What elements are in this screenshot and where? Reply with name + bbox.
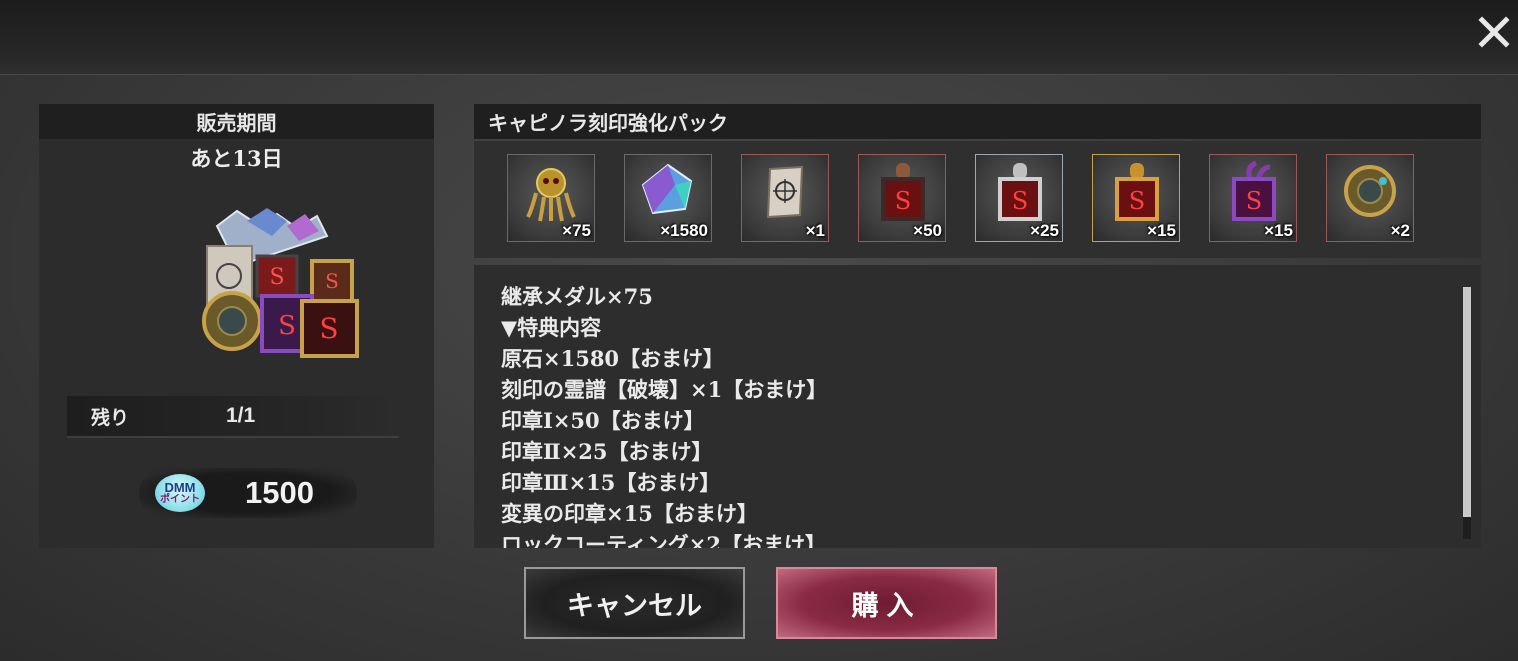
item-qty: ×1 bbox=[805, 221, 825, 240]
svg-text:S: S bbox=[1129, 187, 1145, 215]
item-qty: ×25 bbox=[1030, 221, 1059, 240]
item-tile[interactable]: ×1 bbox=[741, 154, 829, 242]
price-box: DMM ポイント 1500 bbox=[139, 468, 357, 518]
pack-title: キャピノラ刻印強化パック bbox=[488, 111, 728, 135]
close-icon bbox=[1478, 16, 1510, 48]
item-tile[interactable]: S ×25 bbox=[975, 154, 1063, 242]
description-line: 変異の印章×15【おまけ】 bbox=[501, 501, 758, 526]
svg-text:S: S bbox=[1012, 187, 1028, 215]
item-qty: ×15 bbox=[1264, 221, 1293, 240]
svg-text:S: S bbox=[278, 311, 296, 341]
mutant-seal-icon: S bbox=[1232, 160, 1276, 221]
svg-text:S: S bbox=[325, 269, 339, 293]
seal-3-icon: S bbox=[1115, 163, 1159, 221]
cancel-button[interactable]: キャンセル bbox=[524, 567, 745, 639]
description-line: 印章Ⅱ×25【おまけ】 bbox=[501, 439, 713, 464]
sale-period-label: 販売期間 bbox=[196, 111, 277, 135]
stock-value: 1/1 bbox=[226, 404, 256, 427]
gem-stone-icon bbox=[641, 163, 693, 215]
svg-text:S: S bbox=[895, 187, 911, 215]
item-tile[interactable]: ×2 bbox=[1326, 154, 1414, 242]
description-scrollbar[interactable] bbox=[1463, 287, 1471, 539]
top-bar bbox=[0, 0, 1518, 75]
item-tile[interactable]: S ×15 bbox=[1092, 154, 1180, 242]
item-qty: ×1580 bbox=[660, 221, 708, 240]
description-line: 印章Ⅰ×50【おまけ】 bbox=[501, 408, 705, 433]
pack-title-header: キャピノラ刻印強化パック bbox=[474, 104, 1481, 139]
item-tile[interactable]: S ×50 bbox=[858, 154, 946, 242]
close-button[interactable] bbox=[1474, 12, 1514, 52]
pack-image: S S S S bbox=[202, 208, 359, 358]
item-tile[interactable]: S ×15 bbox=[1209, 154, 1297, 242]
svg-text:S: S bbox=[319, 312, 338, 345]
description-line: 継承メダル×75 bbox=[501, 284, 653, 309]
medal-icon bbox=[526, 168, 576, 222]
scrollbar-thumb[interactable] bbox=[1463, 287, 1471, 517]
dmm-badge-line1: DMM bbox=[164, 480, 196, 495]
item-strip: ×75 ×1580 ×1 S ×50 S ×25 S ×15 S ×15 ×2 bbox=[474, 141, 1481, 258]
description-line: 刻印の霊譜【破壊】×1【おまけ】 bbox=[501, 377, 828, 402]
description-line: 印章Ⅲ×15【おまけ】 bbox=[501, 470, 721, 495]
item-qty: ×2 bbox=[1390, 221, 1410, 240]
stock-row: 残り 1/1 bbox=[67, 396, 399, 438]
lock-coating-icon bbox=[1344, 165, 1396, 217]
sale-period-header: 販売期間 bbox=[39, 104, 434, 139]
sale-info-panel: 販売期間 あと13日 S S S S 残り 1/1 DMM ポイント 1500 bbox=[39, 104, 434, 548]
description-line: ▼特典内容 bbox=[501, 315, 602, 340]
description-lines: 継承メダル×75 ▼特典内容 原石×1580【おまけ】 刻印の霊譜【破壊】×1【… bbox=[501, 281, 827, 548]
pack-description[interactable]: 継承メダル×75 ▼特典内容 原石×1580【おまけ】 刻印の霊譜【破壊】×1【… bbox=[474, 265, 1481, 548]
item-tile[interactable]: ×75 bbox=[507, 154, 595, 242]
buy-button[interactable]: 購入 bbox=[776, 567, 997, 639]
svg-text:S: S bbox=[1246, 187, 1262, 215]
dmm-badge-line2: ポイント bbox=[160, 494, 200, 505]
price-value: 1500 bbox=[245, 475, 314, 510]
item-tile[interactable]: ×1580 bbox=[624, 154, 712, 242]
description-line: 原石×1580【おまけ】 bbox=[501, 346, 725, 371]
item-qty: ×50 bbox=[913, 221, 942, 240]
dmm-point-icon: DMM ポイント bbox=[155, 474, 205, 512]
remaining-days: あと13日 bbox=[190, 146, 283, 171]
item-qty: ×15 bbox=[1147, 221, 1176, 240]
item-qty: ×75 bbox=[562, 221, 591, 240]
stock-label: 残り bbox=[91, 406, 130, 429]
spirit-score-icon bbox=[766, 165, 804, 219]
seal-2-icon: S bbox=[998, 163, 1042, 221]
description-line: ロックコーティング×2【おまけ】 bbox=[501, 532, 826, 548]
seal-1-icon: S bbox=[881, 163, 925, 221]
svg-text:S: S bbox=[269, 265, 284, 290]
